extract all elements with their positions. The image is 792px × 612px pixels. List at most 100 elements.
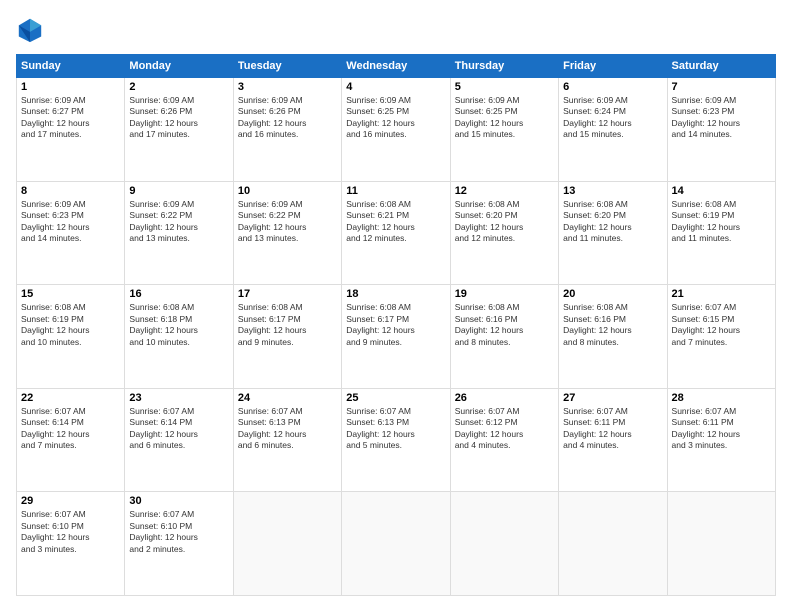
day-info: Sunrise: 6:07 AM Sunset: 6:13 PM Dayligh…	[346, 406, 445, 452]
table-row: 3Sunrise: 6:09 AM Sunset: 6:26 PM Daylig…	[233, 78, 341, 182]
day-info: Sunrise: 6:07 AM Sunset: 6:13 PM Dayligh…	[238, 406, 337, 452]
table-row: 24 Sunrise: 6:07 AM Sunset: 6:13 PM Dayli…	[233, 388, 341, 492]
table-row: 6Sunrise: 6:09 AM Sunset: 6:24 PM Daylig…	[559, 78, 667, 182]
day-info: Sunrise: 6:08 AM Sunset: 6:17 PM Dayligh…	[238, 302, 337, 348]
day-number: 27	[563, 392, 662, 404]
logo	[16, 16, 46, 44]
header	[16, 16, 776, 44]
day-info: Sunrise: 6:09 AM Sunset: 6:22 PM Dayligh…	[129, 199, 228, 245]
day-info: Sunrise: 6:09 AM Sunset: 6:25 PM Dayligh…	[346, 95, 445, 141]
logo-icon	[16, 16, 44, 44]
table-row: 27 Sunrise: 6:07 AM Sunset: 6:11 PM Dayli…	[559, 388, 667, 492]
day-number: 12	[455, 185, 554, 197]
day-number: 29	[21, 495, 120, 507]
day-number: 10	[238, 185, 337, 197]
day-info: Sunrise: 6:08 AM Sunset: 6:18 PM Dayligh…	[129, 302, 228, 348]
table-row: 14 Sunrise: 6:08 AM Sunset: 6:19 PM Dayli…	[667, 181, 775, 285]
day-info: Sunrise: 6:07 AM Sunset: 6:11 PM Dayligh…	[672, 406, 771, 452]
weekday-header-sunday: Sunday	[17, 55, 125, 78]
table-row	[342, 492, 450, 596]
table-row: 29 Sunrise: 6:07 AM Sunset: 6:10 PM Dayli…	[17, 492, 125, 596]
calendar-week-row: 8 Sunrise: 6:09 AM Sunset: 6:23 PM Daylig…	[17, 181, 776, 285]
day-number: 7	[672, 81, 771, 93]
table-row: 20Sunrise: 6:08 AM Sunset: 6:16 PM Dayli…	[559, 285, 667, 389]
day-number: 30	[129, 495, 228, 507]
weekday-header-tuesday: Tuesday	[233, 55, 341, 78]
table-row: 16 Sunrise: 6:08 AM Sunset: 6:18 PM Dayli…	[125, 285, 233, 389]
table-row: 9 Sunrise: 6:09 AM Sunset: 6:22 PM Daylig…	[125, 181, 233, 285]
day-number: 25	[346, 392, 445, 404]
day-number: 22	[21, 392, 120, 404]
day-info: Sunrise: 6:08 AM Sunset: 6:19 PM Dayligh…	[672, 199, 771, 245]
day-info: Sunrise: 6:09 AM Sunset: 6:23 PM Dayligh…	[21, 199, 120, 245]
day-info: Sunrise: 6:07 AM Sunset: 6:14 PM Dayligh…	[129, 406, 228, 452]
calendar-week-row: 15 Sunrise: 6:08 AM Sunset: 6:19 PM Dayli…	[17, 285, 776, 389]
table-row: 15 Sunrise: 6:08 AM Sunset: 6:19 PM Dayli…	[17, 285, 125, 389]
table-row: 21 Sunrise: 6:07 AM Sunset: 6:15 PM Dayli…	[667, 285, 775, 389]
day-number: 28	[672, 392, 771, 404]
table-row: 30 Sunrise: 6:07 AM Sunset: 6:10 PM Dayli…	[125, 492, 233, 596]
day-number: 1	[21, 81, 120, 93]
day-number: 8	[21, 185, 120, 197]
weekday-header-monday: Monday	[125, 55, 233, 78]
day-number: 5	[455, 81, 554, 93]
day-info: Sunrise: 6:08 AM Sunset: 6:19 PM Dayligh…	[21, 302, 120, 348]
day-number: 9	[129, 185, 228, 197]
day-number: 19	[455, 288, 554, 300]
table-row: 18 Sunrise: 6:08 AM Sunset: 6:17 PM Dayli…	[342, 285, 450, 389]
table-row: 13 Sunrise: 6:08 AM Sunset: 6:20 PM Dayli…	[559, 181, 667, 285]
day-info: Sunrise: 6:09 AM Sunset: 6:26 PM Dayligh…	[129, 95, 228, 141]
table-row: 26 Sunrise: 6:07 AM Sunset: 6:12 PM Dayli…	[450, 388, 558, 492]
day-info: Sunrise: 6:07 AM Sunset: 6:12 PM Dayligh…	[455, 406, 554, 452]
day-number: 26	[455, 392, 554, 404]
day-info: Sunrise: 6:07 AM Sunset: 6:11 PM Dayligh…	[563, 406, 662, 452]
table-row	[450, 492, 558, 596]
day-info: Sunrise: 6:09 AM Sunset: 6:25 PM Dayligh…	[455, 95, 554, 141]
day-info: Sunrise: 6:07 AM Sunset: 6:15 PM Dayligh…	[672, 302, 771, 348]
day-number: 14	[672, 185, 771, 197]
day-info: Sunrise: 6:09 AM Sunset: 6:22 PM Dayligh…	[238, 199, 337, 245]
day-info: Sunrise: 6:08 AM Sunset: 6:20 PM Dayligh…	[563, 199, 662, 245]
table-row: 23 Sunrise: 6:07 AM Sunset: 6:14 PM Dayli…	[125, 388, 233, 492]
table-row: 10 Sunrise: 6:09 AM Sunset: 6:22 PM Dayli…	[233, 181, 341, 285]
table-row: 5 Sunrise: 6:09 AM Sunset: 6:25 PM Daylig…	[450, 78, 558, 182]
day-number: 11	[346, 185, 445, 197]
day-number: 21	[672, 288, 771, 300]
table-row: 22Sunrise: 6:07 AM Sunset: 6:14 PM Dayli…	[17, 388, 125, 492]
table-row: 25 Sunrise: 6:07 AM Sunset: 6:13 PM Dayli…	[342, 388, 450, 492]
day-info: Sunrise: 6:09 AM Sunset: 6:23 PM Dayligh…	[672, 95, 771, 141]
calendar-body: 1 Sunrise: 6:09 AM Sunset: 6:27 PM Daylig…	[17, 78, 776, 596]
day-info: Sunrise: 6:08 AM Sunset: 6:20 PM Dayligh…	[455, 199, 554, 245]
day-info: Sunrise: 6:08 AM Sunset: 6:16 PM Dayligh…	[455, 302, 554, 348]
day-number: 16	[129, 288, 228, 300]
table-row	[667, 492, 775, 596]
day-number: 13	[563, 185, 662, 197]
day-info: Sunrise: 6:07 AM Sunset: 6:10 PM Dayligh…	[129, 509, 228, 555]
table-row: 7 Sunrise: 6:09 AM Sunset: 6:23 PM Daylig…	[667, 78, 775, 182]
day-number: 18	[346, 288, 445, 300]
day-info: Sunrise: 6:09 AM Sunset: 6:27 PM Dayligh…	[21, 95, 120, 141]
table-row: 28 Sunrise: 6:07 AM Sunset: 6:11 PM Dayli…	[667, 388, 775, 492]
weekday-header-row: SundayMondayTuesdayWednesdayThursdayFrid…	[17, 55, 776, 78]
day-number: 24	[238, 392, 337, 404]
day-number: 6	[563, 81, 662, 93]
table-row	[559, 492, 667, 596]
table-row: 1 Sunrise: 6:09 AM Sunset: 6:27 PM Daylig…	[17, 78, 125, 182]
table-row: 12 Sunrise: 6:08 AM Sunset: 6:20 PM Dayli…	[450, 181, 558, 285]
day-number: 15	[21, 288, 120, 300]
day-info: Sunrise: 6:08 AM Sunset: 6:17 PM Dayligh…	[346, 302, 445, 348]
day-info: Sunrise: 6:07 AM Sunset: 6:10 PM Dayligh…	[21, 509, 120, 555]
day-number: 4	[346, 81, 445, 93]
day-number: 23	[129, 392, 228, 404]
day-info: Sunrise: 6:09 AM Sunset: 6:26 PM Dayligh…	[238, 95, 337, 141]
day-number: 17	[238, 288, 337, 300]
calendar-week-row: 1 Sunrise: 6:09 AM Sunset: 6:27 PM Daylig…	[17, 78, 776, 182]
day-number: 2	[129, 81, 228, 93]
table-row	[233, 492, 341, 596]
weekday-header-friday: Friday	[559, 55, 667, 78]
table-row: 11Sunrise: 6:08 AM Sunset: 6:21 PM Dayli…	[342, 181, 450, 285]
weekday-header-thursday: Thursday	[450, 55, 558, 78]
weekday-header-wednesday: Wednesday	[342, 55, 450, 78]
day-number: 20	[563, 288, 662, 300]
calendar-week-row: 22 Sunrise: 6:07 AM Sunset: 6:14 PM Dayli…	[17, 388, 776, 492]
